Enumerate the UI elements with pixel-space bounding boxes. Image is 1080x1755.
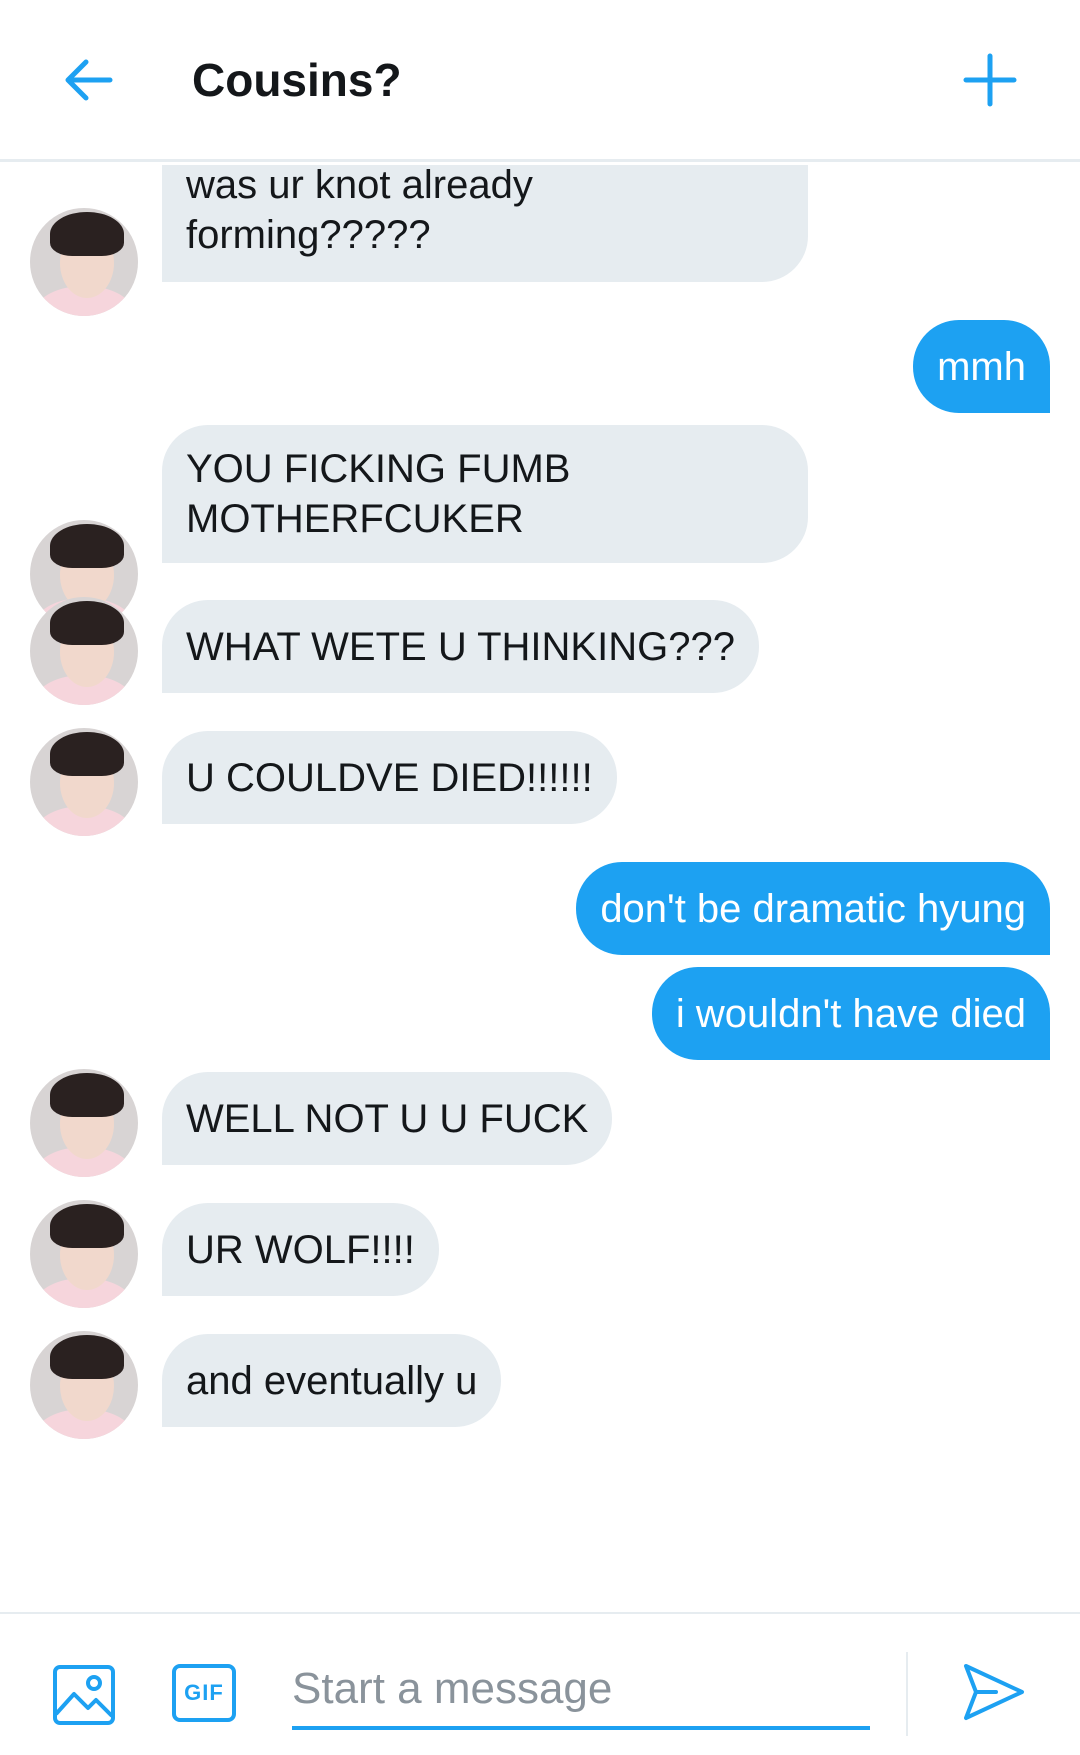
add-button[interactable] (950, 40, 1030, 120)
message-input-wrapper (292, 1654, 870, 1730)
message-text: i wouldn't have died (675, 991, 1026, 1036)
message-text: U COULDVE DIED!!!!!! (186, 755, 593, 800)
avatar[interactable] (30, 208, 138, 316)
message-bubble-outgoing[interactable]: mmh (913, 320, 1050, 413)
avatar[interactable] (30, 1200, 138, 1308)
message-text: mmh (937, 344, 1026, 389)
plus-icon (963, 53, 1017, 107)
message-bubble-outgoing[interactable]: i wouldn't have died (651, 967, 1050, 1060)
arrow-left-icon (65, 59, 113, 101)
divider (906, 1652, 908, 1736)
conversation-header: Cousins? (0, 0, 1080, 162)
back-button[interactable] (48, 44, 128, 116)
message-bubble-incoming[interactable]: was ur knot already forming????? (162, 165, 808, 282)
message-text: UR WOLF!!!! (186, 1227, 415, 1272)
send-button[interactable] (962, 1660, 1026, 1724)
message-text: WHAT WETE U THINKING??? (186, 624, 735, 669)
message-bubble-outgoing[interactable]: don't be dramatic hyung (576, 862, 1050, 955)
avatar[interactable] (30, 1331, 138, 1439)
avatar[interactable] (30, 1069, 138, 1177)
message-bubble-incoming[interactable]: U COULDVE DIED!!!!!! (162, 731, 617, 824)
message-thread[interactable]: was ur knot already forming????? mmh YOU … (0, 165, 1080, 1610)
dm-conversation-screen: Cousins? was ur knot already forming?????… (0, 0, 1080, 1755)
message-text: don't be dramatic hyung (600, 886, 1026, 931)
gif-button[interactable]: GIF (172, 1664, 240, 1726)
message-text: WELL NOT U U FUCK (186, 1096, 589, 1141)
avatar[interactable] (30, 728, 138, 836)
message-input[interactable] (292, 1654, 870, 1724)
conversation-title[interactable]: Cousins? (192, 50, 402, 110)
avatar[interactable] (30, 597, 138, 705)
message-text: YOU FICKING FUMB MOTHERFCUKER (186, 447, 571, 541)
gif-icon: GIF (172, 1664, 236, 1722)
add-photo-button[interactable] (52, 1664, 116, 1726)
send-icon (964, 1664, 1024, 1720)
message-bubble-incoming[interactable]: YOU FICKING FUMB MOTHERFCUKER (162, 425, 808, 563)
message-bubble-incoming[interactable]: and eventually u (162, 1334, 502, 1427)
message-text: and eventually u (186, 1358, 478, 1403)
message-bubble-incoming[interactable]: WELL NOT U U FUCK (162, 1072, 613, 1165)
image-icon (53, 1665, 115, 1725)
message-bubble-incoming[interactable]: WHAT WETE U THINKING??? (162, 600, 759, 693)
message-bubble-incoming[interactable]: UR WOLF!!!! (162, 1203, 439, 1296)
message-composer: GIF (0, 1612, 1080, 1755)
message-text: was ur knot already forming????? (186, 165, 533, 257)
